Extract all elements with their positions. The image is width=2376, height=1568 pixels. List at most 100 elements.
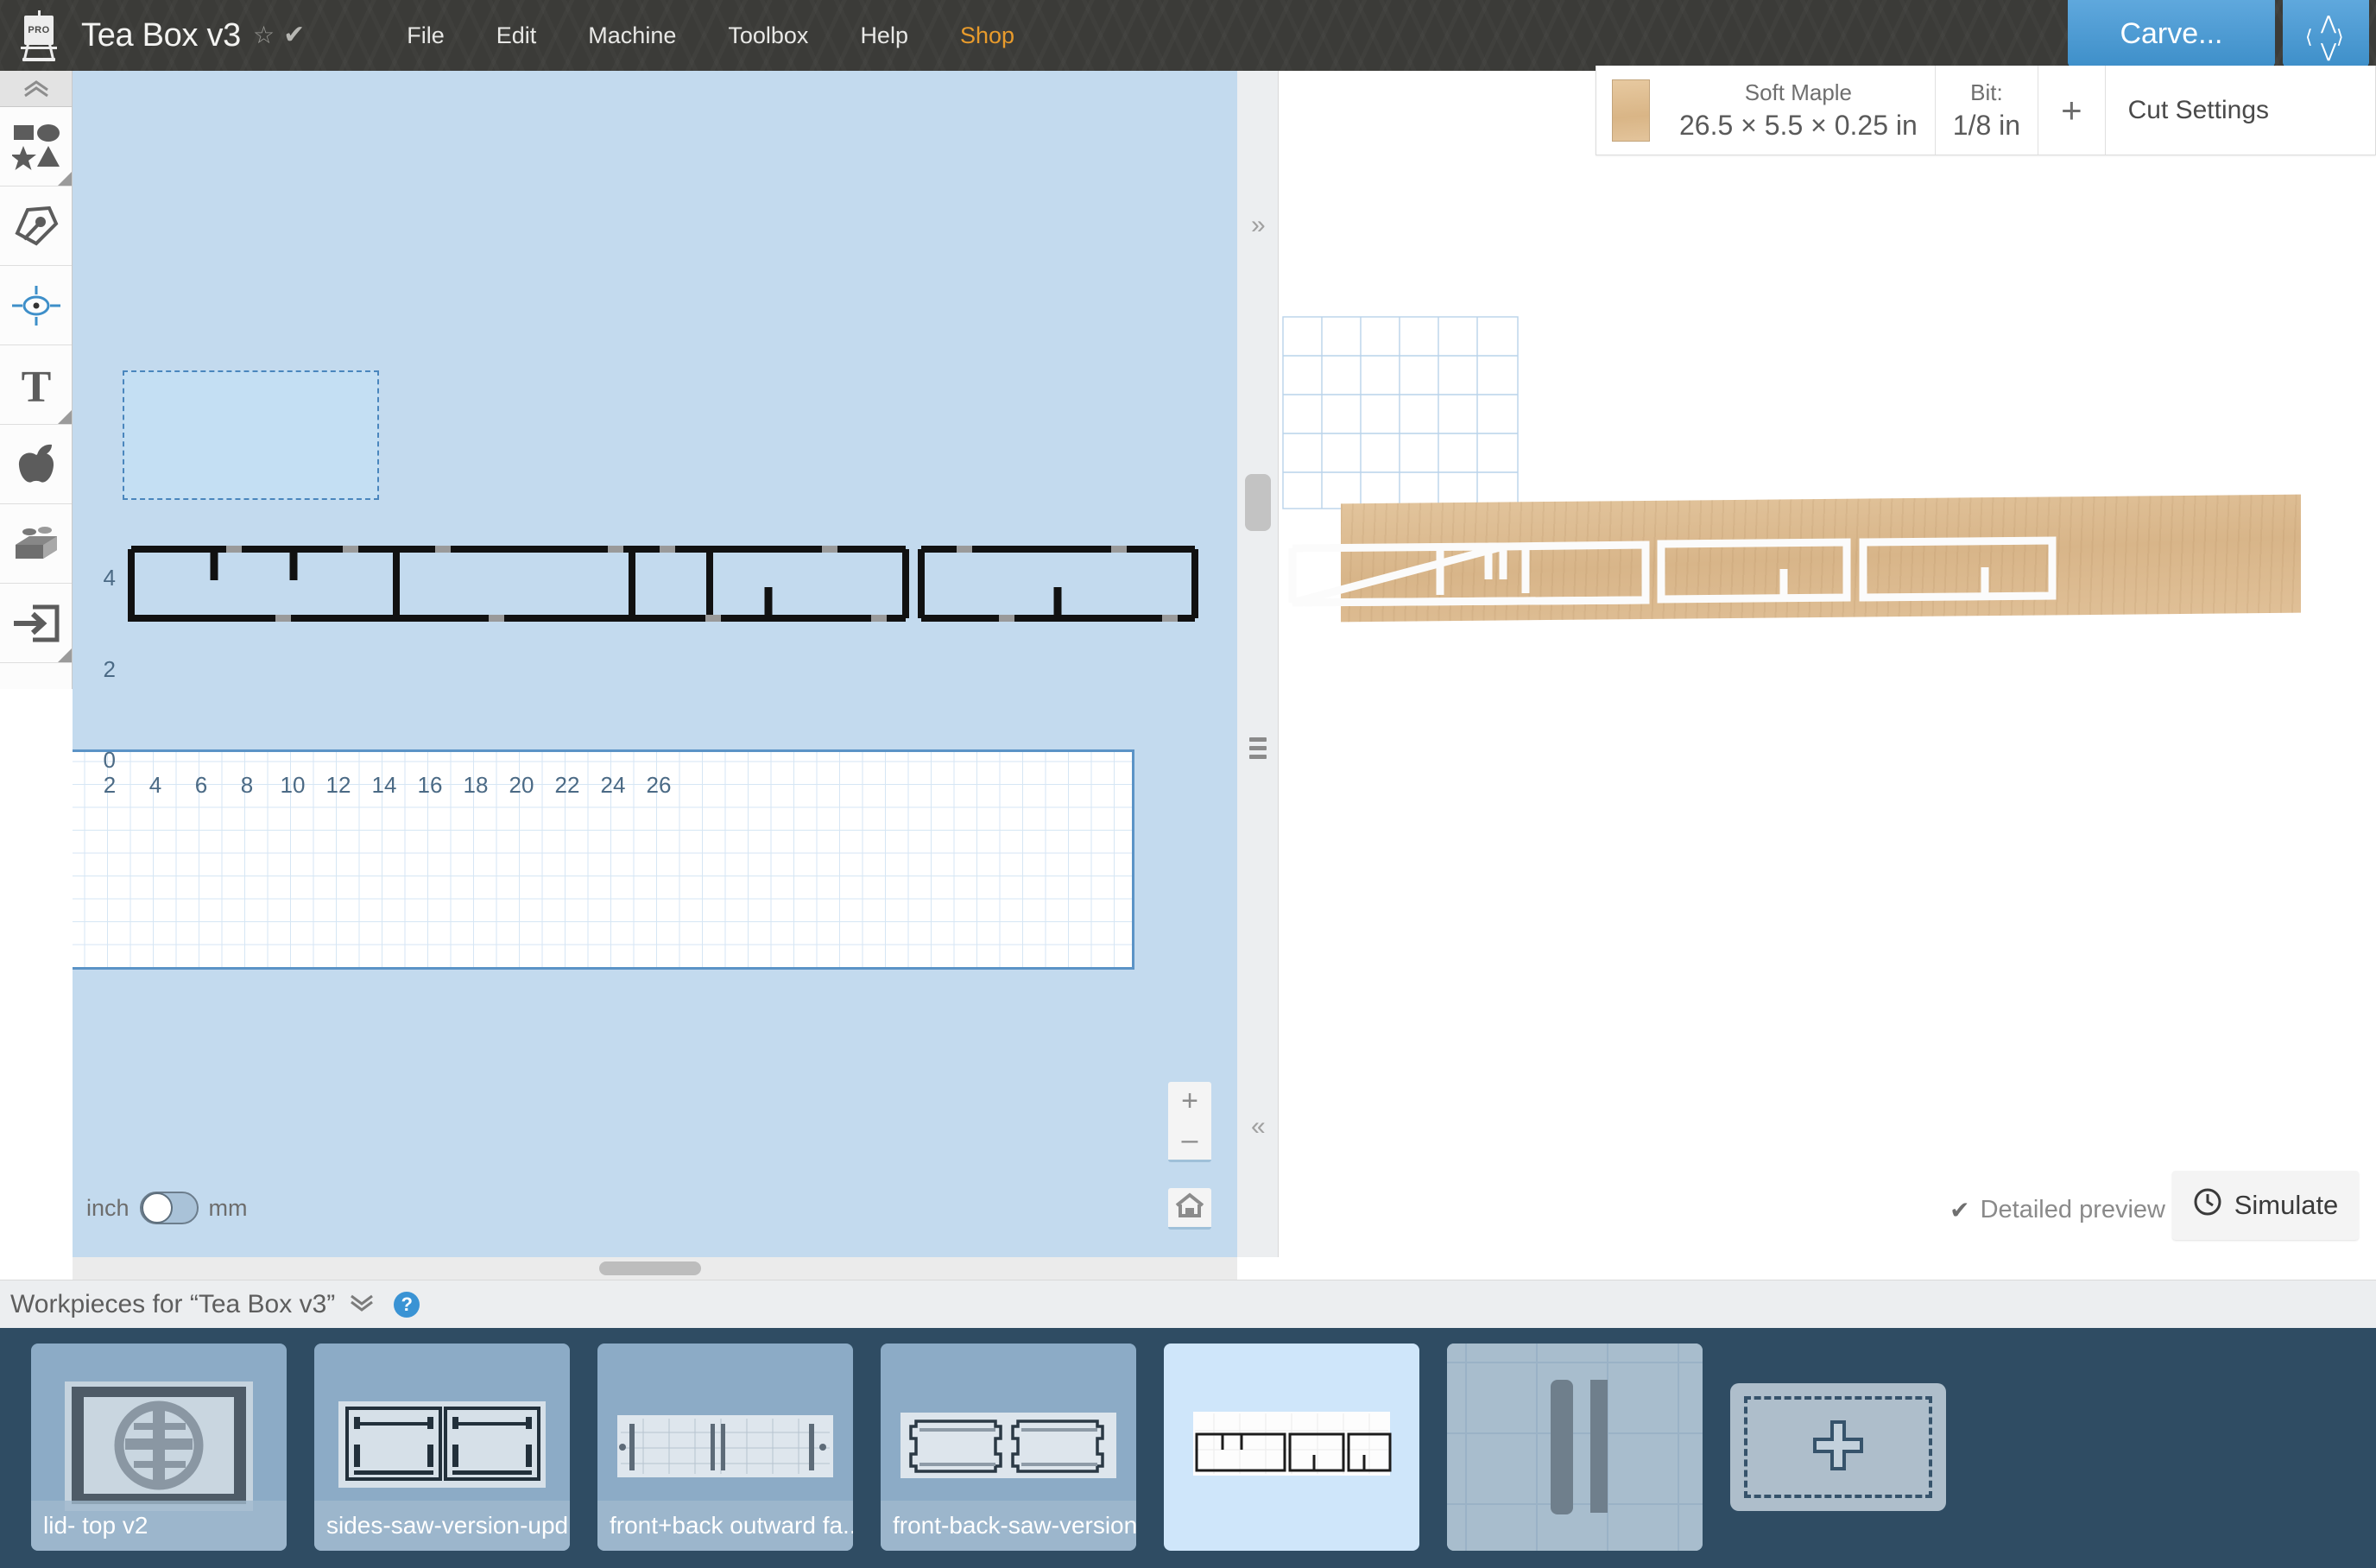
zoom-home-button[interactable] [1168,1188,1211,1230]
canvas-vertical-scroll-thumb[interactable] [1245,474,1271,531]
ruler-x-tick: 16 [417,772,443,798]
nav-left-icon[interactable]: ⟨ [2305,28,2313,47]
collapse-preview-button[interactable]: « [1251,1112,1266,1141]
panel-1[interactable] [128,546,713,622]
canvas-ruler-x: 0 2 4 6 8 10 12 14 16 18 20 22 24 26 [73,772,1237,806]
ruler-x-tick: 26 [646,772,672,798]
lego-brick-icon [11,524,61,564]
workpiece-label: sides-saw-version-upd... [314,1501,570,1551]
panel-3[interactable] [918,546,1198,622]
import-tool-more-indicator[interactable] [58,648,72,662]
workpieces-collapse-chevron-icon[interactable] [349,1291,375,1318]
main-menu: File Edit Machine Toolbox Help Shop [381,22,1040,49]
canvas-horizontal-scrollbar[interactable] [73,1257,1237,1280]
unit-switch-knob[interactable] [141,1192,173,1223]
apple-icon [13,441,60,488]
workpieces-header: Workpieces for “Tea Box v3” ? [0,1280,2376,1328]
workpieces-strip[interactable]: lid- top v2 sides-saw-version-upd... fro… [0,1328,2376,1568]
crosshair-target-icon [10,284,62,327]
top-bar: PRO Tea Box v3 ☆ ✔ File Edit Machine Too… [0,0,2376,71]
help-icon[interactable]: ? [394,1291,420,1318]
unit-toggle[interactable]: inch mm [86,1192,248,1224]
menu-machine[interactable]: Machine [562,22,702,49]
menu-toolbox[interactable]: Toolbox [702,22,834,49]
current-workpiece-thumbnail-icon [1193,1412,1392,1476]
workpiece-lid-top-v2[interactable]: lid- top v2 [31,1344,287,1551]
add-workpiece-button[interactable] [1730,1383,1946,1511]
workpiece-label: front-back-saw-version [881,1501,1136,1551]
menu-edit[interactable]: Edit [471,22,563,49]
detailed-preview-label: Detailed preview [1980,1196,2165,1223]
workpiece-sides-saw-version[interactable]: sides-saw-version-upd... [314,1344,570,1551]
workpiece-bars[interactable] [1447,1344,1703,1551]
easel-logo-icon[interactable]: PRO [12,9,66,62]
zoom-in-button[interactable]: + [1168,1082,1211,1121]
design-canvas[interactable]: 4 2 0 0 2 4 6 8 10 12 14 16 18 20 22 24 … [73,71,1237,1257]
import-arrow-icon [12,602,60,645]
pen-icon [12,205,60,248]
unit-label-mm: mm [208,1194,248,1221]
ruler-x-tick: 20 [509,772,534,798]
text-T-icon: T [13,363,60,408]
simulate-button[interactable]: Simulate [2172,1171,2359,1240]
panel-2[interactable] [629,546,909,622]
grip-dots-icon[interactable] [1249,737,1267,762]
zoom-out-button[interactable]: – [1168,1121,1211,1160]
ruler-x-tick: 10 [280,772,306,798]
workpiece-front-back-saw[interactable]: front-back-saw-version [881,1344,1136,1551]
workpieces-title: Workpieces for “Tea Box v3” [10,1289,336,1318]
workpiece-label: lid- top v2 [31,1501,287,1551]
text-tool-more-indicator[interactable] [58,410,72,424]
menu-help[interactable]: Help [834,22,934,49]
clock-icon [2193,1187,2222,1223]
ruler-y-tick: 2 [103,656,116,682]
canvas-hscroll-thumb[interactable] [599,1261,701,1275]
nav-down-icon[interactable]: ⋁ [2321,41,2336,60]
front-back-outward-thumbnail-icon [617,1415,833,1477]
ruler-x-tick: 22 [554,772,580,798]
detailed-preview-toggle[interactable]: ✔ Detailed preview [1949,1196,2165,1224]
text-tool[interactable]: T [0,345,72,425]
workpiece-label [1164,1501,1419,1551]
star-icon[interactable]: ☆ [253,23,275,47]
pen-tool[interactable] [0,187,72,266]
ruler-x-tick: 24 [600,772,626,798]
shapes-tool[interactable] [0,107,72,187]
workpiece-current-selected[interactable] [1164,1344,1419,1551]
ruler-x-tick: 18 [463,772,489,798]
view-navigation-pad[interactable]: ⋀ ⋁ ⟨ ⟩ [2283,0,2369,67]
selection-rectangle[interactable] [123,370,379,500]
import-tool[interactable] [0,584,72,663]
preview-panel[interactable]: Soft Maple 26.5 × 5.5 × 0.25 in Bit: 1/8… [1279,66,2376,1257]
menu-file[interactable]: File [381,22,471,49]
logo-foot [22,58,55,61]
ruler-x-tick: 8 [240,772,254,798]
carve-button[interactable]: Carve... [2068,0,2275,67]
panel-divider[interactable] [1237,71,1279,1257]
check-icon: ✔ [1949,1197,1970,1223]
sides-thumbnail-icon [338,1401,546,1488]
shapes-tool-more-indicator[interactable] [58,172,72,186]
zoom-controls[interactable]: + – [1168,1082,1211,1162]
ruler-x-tick: 2 [103,772,117,798]
tool-rail-collapse-button[interactable] [0,71,72,107]
workpiece-front-back-outward[interactable]: front+back outward fa... [597,1344,853,1551]
ruler-x-tick: 12 [325,772,351,798]
workpiece-label: front+back outward fa... [597,1501,853,1551]
front-back-saw-thumbnail-icon [900,1413,1116,1478]
svg-text:T: T [21,363,51,408]
nav-up-icon[interactable]: ⋀ [2321,14,2336,33]
add-workpiece-dashed-frame [1744,1396,1932,1498]
saved-check-icon: ✔ [283,21,306,49]
shapes-icon [11,123,60,171]
origin-tool[interactable] [0,266,72,345]
home-icon [1175,1192,1204,1223]
unit-switch[interactable] [139,1192,199,1224]
blocks-tool[interactable] [0,504,72,584]
apps-tool[interactable] [0,425,72,504]
project-title[interactable]: Tea Box v3 [81,17,241,54]
expand-preview-button[interactable]: » [1251,211,1266,240]
nav-right-icon[interactable]: ⟩ [2336,28,2344,47]
menu-shop[interactable]: Shop [934,22,1040,49]
logo-plaque: PRO [24,16,54,45]
